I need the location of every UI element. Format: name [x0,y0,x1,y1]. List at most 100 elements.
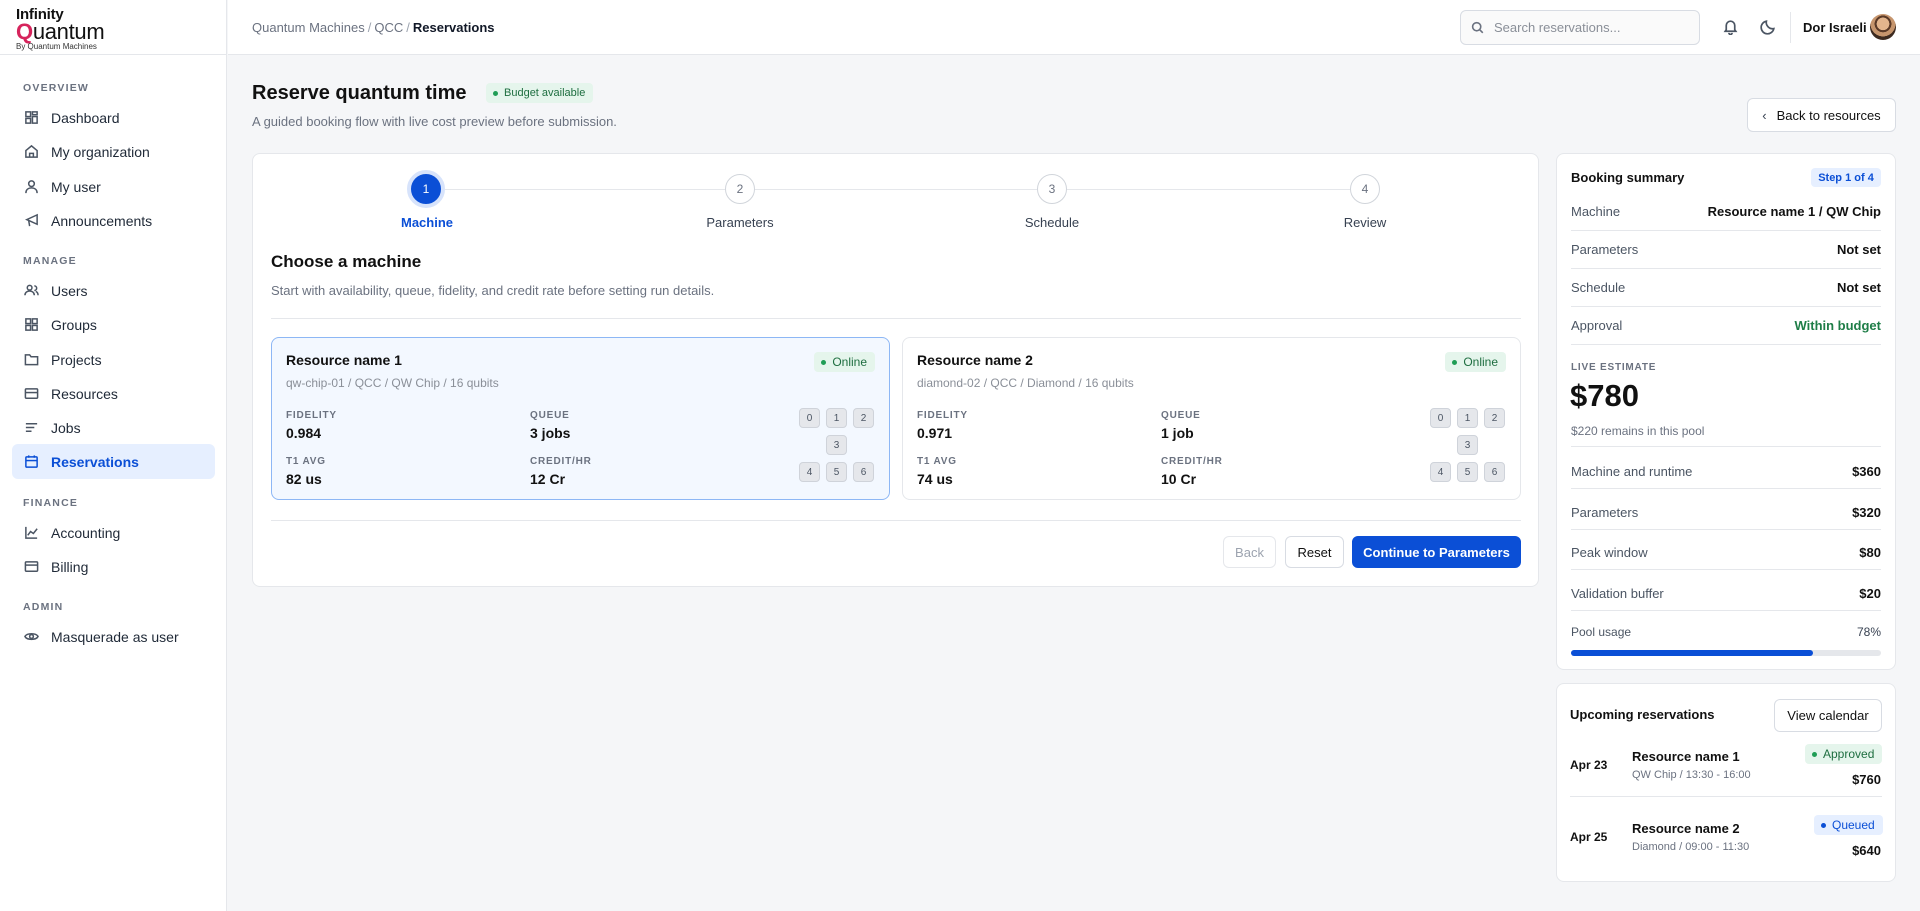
reservation-date: Apr 25 [1570,830,1608,844]
sidebar-item-label: My user [51,178,101,195]
summary-divider [1571,610,1881,611]
summary-divider [1571,306,1881,307]
reset-button[interactable]: Reset [1285,536,1344,568]
cost-peak-label: Peak window [1571,545,1648,560]
section-divider [271,318,1521,319]
logo-line-2: Quantum [16,19,105,44]
cost-validation-label: Validation buffer [1571,586,1664,601]
pool-usage-bar [1571,650,1881,656]
breadcrumb: Quantum Machines / QCC / Reservations [252,20,495,35]
nav-section-admin: ADMIN [23,601,64,613]
search-box[interactable] [1460,10,1700,45]
cost-parameters-value: $320 [1852,505,1881,520]
bell-icon[interactable] [1722,18,1740,36]
summary-machine-value: Resource name 1 / QW Chip [1707,204,1881,219]
sidebar-item-dashboard[interactable]: Dashboard [12,100,215,135]
avatar[interactable] [1870,14,1896,40]
step-2-label[interactable]: Parameters [680,215,800,230]
step-1-label[interactable]: Machine [367,215,487,230]
credit-label: CREDIT/HR [1161,456,1223,467]
breadcrumb-quantum-machines[interactable]: Quantum Machines [252,20,365,35]
step-4-circle[interactable]: 4 [1350,174,1380,204]
summary-divider [1571,230,1881,231]
sidebar-item-label: Reservations [51,453,139,470]
cost-machine-label: Machine and runtime [1571,464,1693,479]
logo[interactable]: Infinity Quantum By Quantum Machines [0,0,226,55]
sidebar-item-label: Groups [51,316,97,333]
queue-label: QUEUE [530,410,570,421]
cost-validation-value: $20 [1859,586,1881,601]
qubit-3: 3 [826,435,847,455]
summary-divider [1571,268,1881,269]
sidebar-item-masquerade[interactable]: Masquerade as user [12,619,215,654]
sidebar-item-groups[interactable]: Groups [12,307,215,342]
reservation-amount: $760 [1852,772,1881,787]
calendar-icon [23,454,39,470]
sidebar-item-accounting[interactable]: Accounting [12,515,215,550]
sidebar-item-label: Dashboard [51,109,120,126]
section-title: Choose a machine [271,252,422,271]
groups-icon [23,317,39,333]
summary-title: Booking summary [1571,170,1685,185]
reservation-name[interactable]: Resource name 2 [1632,821,1740,836]
queue-value: 1 job [1161,425,1194,441]
sidebar-item-my-organization[interactable]: My organization [12,134,215,169]
summary-schedule-label: Schedule [1571,280,1626,295]
t1-value: 82 us [286,471,322,487]
resource-meta: diamond-02 / QCC / Diamond / 16 qubits [917,376,1134,390]
topbar: Quantum Machines/QCC/Reservations Dor Is… [228,0,1920,55]
sidebar-item-label: Masquerade as user [51,628,179,645]
breadcrumb-qcc[interactable]: QCC [374,20,403,35]
fidelity-value: 0.971 [917,425,953,441]
actions-divider [271,520,1521,521]
back-button[interactable]: Back [1223,536,1276,568]
user-icon [23,179,39,195]
sidebar-item-my-user[interactable]: My user [12,169,215,204]
upcoming-divider [1570,796,1882,797]
sidebar-item-reservations[interactable]: Reservations [12,444,215,479]
sidebar-item-label: Resources [51,385,118,402]
step-badge: Step 1 of 4 [1811,168,1881,187]
back-to-resources-button[interactable]: ‹ Back to resources [1747,98,1896,132]
section-subtitle: Start with availability, queue, fidelity… [271,283,715,298]
qubit-0: 0 [799,408,820,428]
topbar-divider [1790,12,1791,43]
sidebar-item-users[interactable]: Users [12,273,215,308]
qubit-1: 1 [1457,408,1478,428]
sidebar-item-jobs[interactable]: Jobs [12,410,215,445]
sidebar-item-projects[interactable]: Projects [12,342,215,377]
live-estimate-remaining: $220 remains in this pool [1571,424,1705,438]
step-2-circle[interactable]: 2 [725,174,755,204]
nav-section-overview: OVERVIEW [23,82,90,94]
moon-icon[interactable] [1760,18,1778,36]
sidebar-item-resources[interactable]: Resources [12,376,215,411]
sidebar-item-announcements[interactable]: Announcements [12,203,215,238]
reservation-meta: Diamond / 09:00 - 11:30 [1632,841,1750,853]
search-input[interactable] [1494,20,1684,35]
continue-button[interactable]: Continue to Parameters [1352,536,1521,568]
status-badge: Online [814,352,875,372]
resource-card-2[interactable]: Resource name 2 diamond-02 / QCC / Diamo… [902,337,1521,500]
sidebar-item-label: Jobs [51,419,81,436]
step-4-label[interactable]: Review [1305,215,1425,230]
summary-divider [1571,488,1881,489]
fidelity-label: FIDELITY [917,410,968,421]
reservation-meta: QW Chip / 13:30 - 16:00 [1632,769,1751,781]
step-1-circle[interactable]: 1 [407,170,445,208]
page-subtitle: A guided booking flow with live cost pre… [252,114,617,129]
step-3-label[interactable]: Schedule [992,215,1112,230]
fidelity-label: FIDELITY [286,410,337,421]
resource-card-1[interactable]: Resource name 1 qw-chip-01 / QCC / QW Ch… [271,337,890,500]
view-calendar-button[interactable]: View calendar [1774,699,1882,732]
summary-divider [1571,569,1881,570]
step-3-circle[interactable]: 3 [1037,174,1067,204]
home-icon [23,144,39,160]
status-badge: Online [1445,352,1506,372]
reservation-name[interactable]: Resource name 1 [1632,749,1740,764]
search-icon [1471,21,1484,34]
resource-meta: qw-chip-01 / QCC / QW Chip / 16 qubits [286,376,499,390]
cost-machine-value: $360 [1852,464,1881,479]
sidebar-item-billing[interactable]: Billing [12,549,215,584]
user-name[interactable]: Dor Israeli [1803,20,1867,35]
resource-name: Resource name 1 [286,352,402,368]
